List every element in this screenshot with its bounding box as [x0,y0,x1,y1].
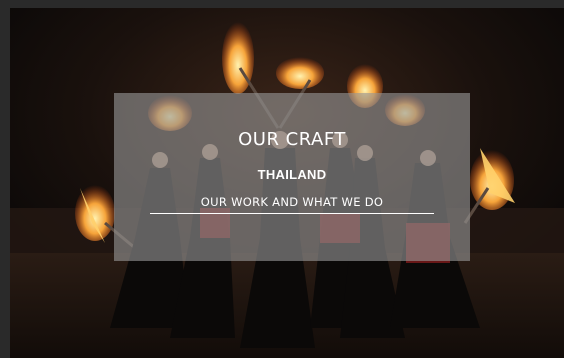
hero-location: THAILAND [257,167,327,182]
hero-title: OUR CRAFT [238,129,346,150]
caption-divider [150,213,434,214]
top-border [0,0,564,8]
page-frame: OUR CRAFT THAILAND OUR WORK AND WHAT WE … [0,0,564,358]
hero-subtitle: OUR WORK AND WHAT WE DO [200,195,384,209]
left-border [0,0,10,358]
hero-banner: OUR CRAFT THAILAND OUR WORK AND WHAT WE … [10,8,564,358]
flame-top-center [276,57,324,89]
hero-caption-box: OUR CRAFT THAILAND OUR WORK AND WHAT WE … [114,93,470,261]
